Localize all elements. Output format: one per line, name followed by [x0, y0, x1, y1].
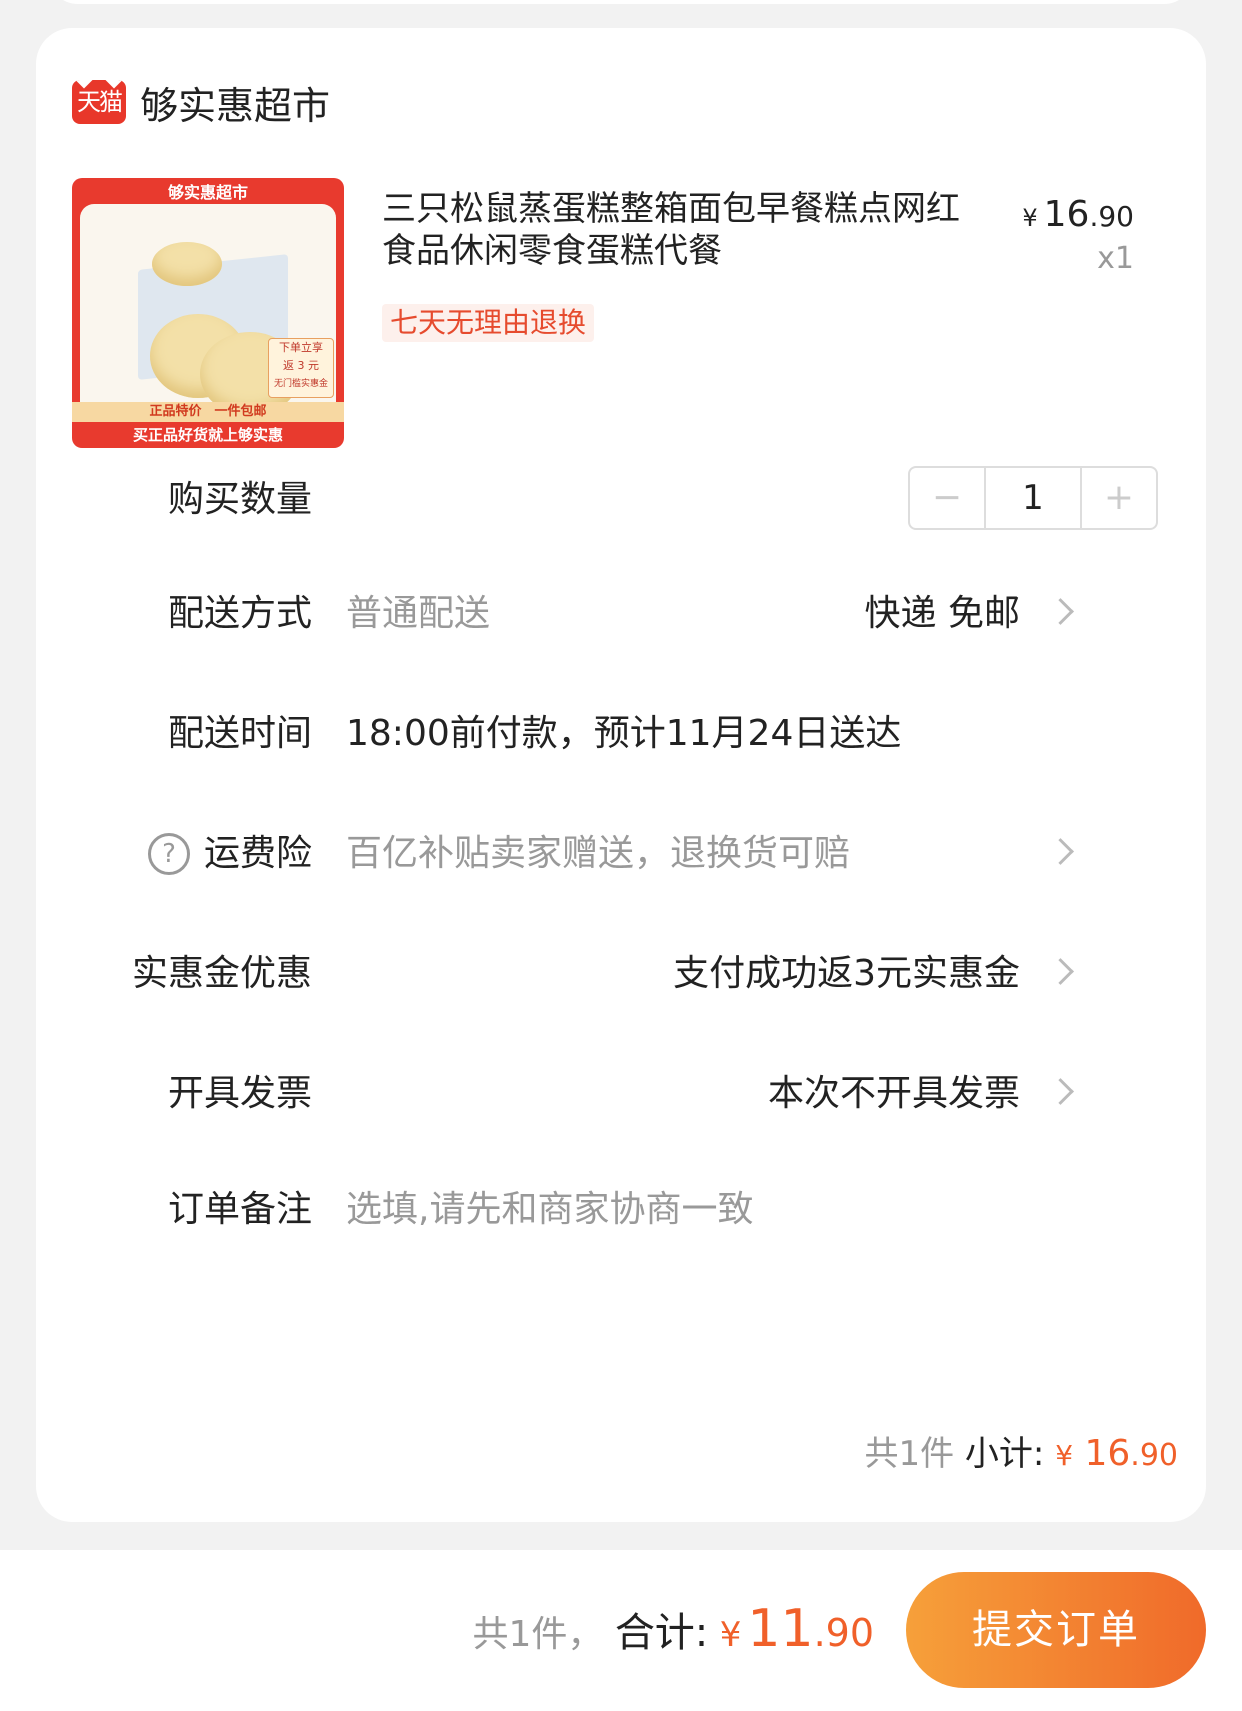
checkout-bar: 共1件， 合计: ¥11.90 提交订单	[0, 1550, 1242, 1711]
subtotal-integer: 16	[1084, 1433, 1131, 1474]
chevron-right-icon	[1047, 838, 1074, 865]
total-count: 共1件，	[472, 1614, 604, 1655]
promo-line: 无门槛实惠金	[273, 379, 328, 389]
currency-symbol: ¥	[1055, 1439, 1074, 1472]
quantity-stepper[interactable]: − 1 +	[908, 466, 1158, 530]
decrease-button[interactable]: −	[910, 468, 984, 528]
invoice-value: 本次不开具发票	[767, 1073, 1020, 1114]
product-price-block: ¥16.90 x1	[1022, 194, 1134, 276]
delivery-time-value: 18:00前付款，预计11月24日送达	[346, 713, 902, 754]
thumbnail-promo-badge: 下单立享 返 3 元 无门槛实惠金	[268, 338, 334, 398]
quantity-row: 购买数量 − 1 +	[0, 466, 1242, 530]
promo-line: 返 3 元	[283, 359, 319, 372]
promo-line: 下单立享	[279, 341, 323, 354]
total-integer: 11	[747, 1599, 814, 1659]
help-icon[interactable]: ?	[147, 833, 190, 875]
subtotal-cents: .90	[1130, 1438, 1178, 1473]
chevron-right-icon	[1047, 958, 1074, 985]
shipping-insurance-value: 百亿补贴卖家赠送，退换货可赔	[346, 833, 851, 874]
thumbnail-image-area: 下单立享 返 3 元 无门槛实惠金	[80, 204, 336, 416]
subtotal: 共1件 小计: ¥ 16.90	[864, 1424, 1178, 1486]
submit-order-button[interactable]: 提交订单	[906, 1572, 1206, 1688]
cashback-label: 实惠金优惠	[131, 953, 312, 994]
price-integer: 16	[1043, 194, 1090, 235]
total-cents: .90	[813, 1611, 874, 1655]
order-total: 共1件， 合计: ¥11.90	[472, 1594, 874, 1670]
order-note-row: 订单备注 选填,请先和商家协商一致	[0, 1180, 1242, 1240]
invoice-row[interactable]: 开具发票 本次不开具发票	[0, 1064, 1242, 1124]
order-card: 天猫 够实惠超市 够实惠超市 下单立享 返 3 元 无门槛实惠金 正品特价 一件…	[36, 28, 1206, 1522]
return-policy-tag: 七天无理由退换	[382, 304, 595, 342]
currency-symbol: ¥	[719, 1615, 742, 1655]
delivery-method-option: 快递 免邮	[864, 593, 1020, 634]
delivery-method-label: 配送方式	[167, 593, 312, 634]
price-cents: .90	[1089, 200, 1134, 233]
order-note-input[interactable]: 选填,请先和商家协商一致	[346, 1180, 753, 1240]
delivery-method-row[interactable]: 配送方式 普通配送 快递 免邮	[0, 584, 1242, 644]
order-note-label: 订单备注	[167, 1189, 312, 1230]
previous-card-edge	[48, 0, 1194, 4]
delivery-time-label: 配送时间	[167, 713, 312, 754]
product-price: ¥16.90	[1022, 194, 1134, 235]
quantity-label: 购买数量	[167, 479, 312, 520]
tmall-logo-icon: 天猫	[72, 80, 126, 124]
chevron-right-icon	[1047, 1078, 1074, 1105]
shop-name: 够实惠超市	[140, 83, 331, 128]
shipping-insurance-row[interactable]: ? 运费险 百亿补贴卖家赠送，退换货可赔	[0, 824, 1242, 884]
product-quantity: x1	[1097, 241, 1134, 276]
product-title[interactable]: 三只松鼠蒸蛋糕整箱面包早餐糕点网红食品休闲零食蛋糕代餐	[382, 188, 962, 272]
total-amount: ¥11.90	[720, 1599, 874, 1659]
invoice-label: 开具发票	[167, 1073, 312, 1114]
chevron-right-icon	[1047, 598, 1074, 625]
product-thumbnail[interactable]: 够实惠超市 下单立享 返 3 元 无门槛实惠金 正品特价 一件包邮 买正品好货就…	[72, 178, 344, 448]
delivery-method-value: 普通配送	[346, 593, 491, 634]
shop-header[interactable]: 天猫 够实惠超市	[72, 72, 330, 132]
total-label: 合计:	[614, 1610, 709, 1656]
subtotal-count: 共1件	[864, 1434, 955, 1474]
delivery-time-row: 配送时间 18:00前付款，预计11月24日送达	[0, 704, 1242, 764]
currency-symbol: ¥	[1022, 204, 1038, 232]
shipping-insurance-text: 运费险	[203, 833, 312, 874]
quantity-input[interactable]: 1	[984, 468, 1082, 528]
thumbnail-footer-slogan: 正品特价 一件包邮	[72, 402, 344, 422]
subtotal-amount: ¥ 16.90	[1055, 1433, 1178, 1474]
cashback-row[interactable]: 实惠金优惠 支付成功返3元实惠金	[0, 944, 1242, 1004]
increase-button[interactable]: +	[1082, 468, 1156, 528]
subtotal-label: 小计:	[964, 1434, 1045, 1474]
thumbnail-footer-tagline: 买正品好货就上够实惠	[132, 426, 283, 444]
cake-image	[152, 242, 222, 286]
shipping-insurance-label: ? 运费险	[147, 824, 312, 884]
cashback-value: 支付成功返3元实惠金	[673, 953, 1020, 994]
